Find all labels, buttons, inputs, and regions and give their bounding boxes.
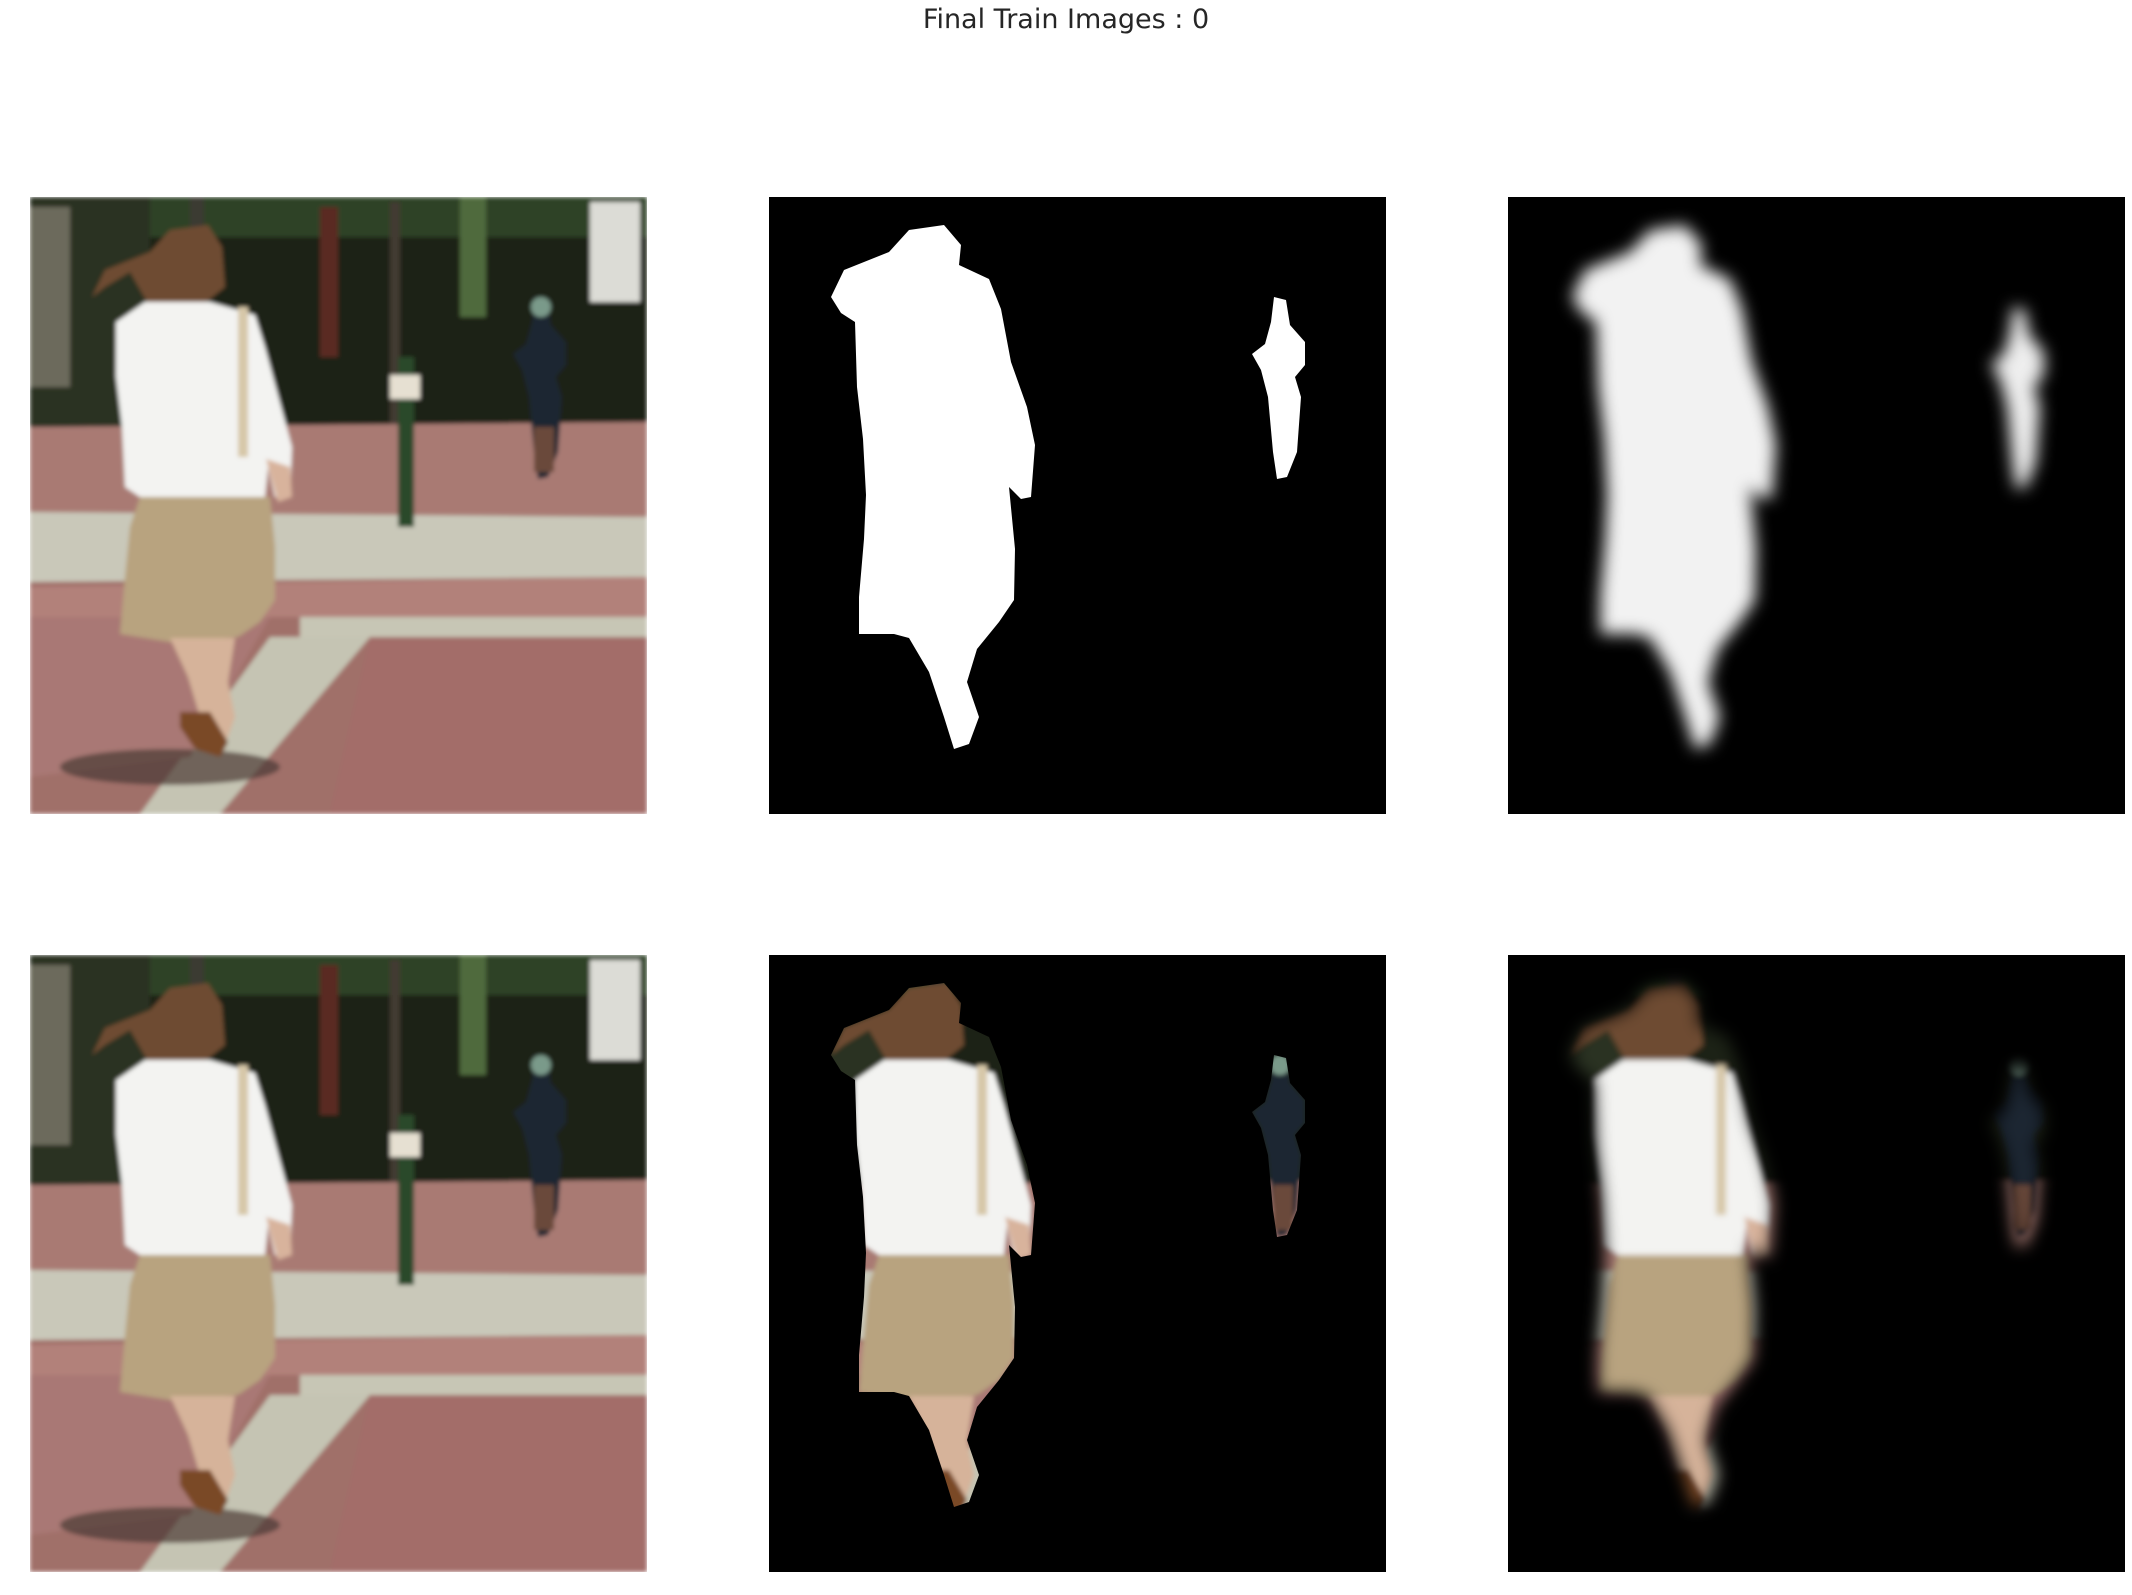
mask-icon	[769, 197, 1386, 814]
input-image-panel-bottom	[30, 955, 647, 1572]
input-image-panel-top	[30, 197, 647, 814]
figure-title: Final Train Images : 0	[922, 4, 1210, 35]
ground-truth-mask-panel	[769, 197, 1386, 814]
cutout-icon	[769, 955, 1386, 1572]
input-photo-icon	[30, 197, 647, 814]
ground-truth-cutout-panel	[769, 955, 1386, 1572]
predicted-mask-panel	[1508, 197, 2125, 814]
soft-cutout-icon	[1508, 955, 2125, 1572]
soft-mask-icon	[1508, 197, 2125, 814]
predicted-cutout-panel	[1508, 955, 2125, 1572]
input-photo-icon	[30, 955, 647, 1572]
